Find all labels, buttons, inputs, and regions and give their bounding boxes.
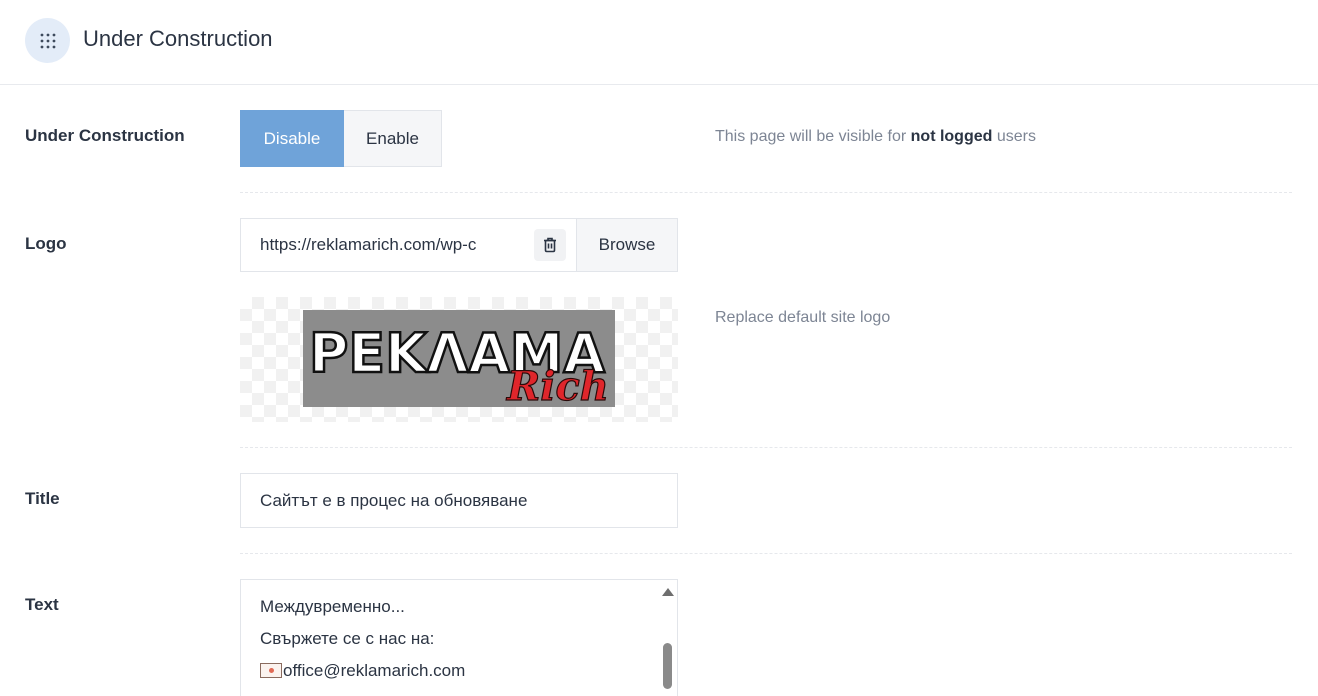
logo-label: Logo [25,234,67,253]
logo-text-script: Rich [506,363,609,407]
page-header: Under Construction [0,0,1318,85]
under-construction-label: Under Construction [25,126,185,145]
help-suffix: users [992,128,1036,145]
trash-icon[interactable] [534,229,566,261]
enable-button[interactable]: Enable [344,110,442,167]
logo-preview: PEKΛAMA Rich [240,297,678,422]
email-text: office@reklamarich.com [283,661,466,680]
help-bold: not logged [910,128,993,145]
logo-url-value: https://reklamarich.com/wp-c [260,235,477,254]
browse-button[interactable]: Browse [576,219,677,271]
text-line: Свържете се с нас на: [260,629,435,648]
under-construction-help: This page will be visible for not logged… [715,128,1036,146]
grid-dots-icon[interactable] [25,18,70,63]
logo-field: https://reklamarich.com/wp-c Browse [240,218,678,272]
under-construction-toggle: Disable Enable [240,110,442,167]
logo-url-input[interactable]: https://reklamarich.com/wp-c [241,219,576,271]
divider [240,192,1292,193]
title-label: Title [25,489,60,508]
text-label: Text [25,595,59,614]
divider [240,553,1292,554]
scroll-up-arrow-icon[interactable] [662,588,674,596]
logo-help: Replace default site logo [715,309,891,326]
page-title: Under Construction [83,26,273,51]
site-logo-image: PEKΛAMA Rich [303,310,615,407]
scrollbar-thumb[interactable] [663,643,672,689]
text-line: Междувременно... [260,597,405,616]
text-line-email: office@reklamarich.com [260,661,465,681]
envelope-icon [260,663,282,678]
title-input[interactable]: Сайтът е в процес на обновяване [240,473,678,528]
disable-button[interactable]: Disable [240,110,344,167]
divider [240,447,1292,448]
help-prefix: This page will be visible for [715,128,911,145]
text-editor[interactable]: Междувременно... Свържете се с нас на: o… [240,579,678,696]
